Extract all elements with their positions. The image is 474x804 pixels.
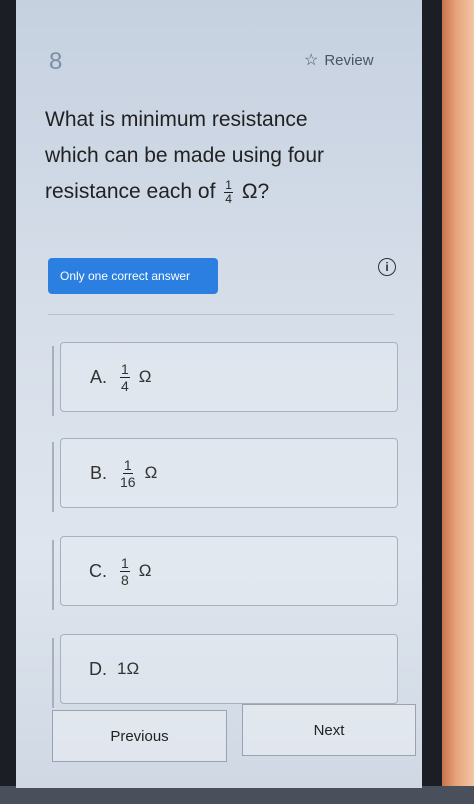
question-line-1: What is minimum resistance — [45, 108, 308, 131]
fraction-numerator: 1 — [120, 554, 130, 572]
option-value: 1 16 Ω — [117, 457, 157, 490]
review-label: Review — [324, 51, 374, 69]
option-unit: Ω — [144, 463, 158, 482]
option-c[interactable]: C. 1 8 Ω — [60, 536, 398, 606]
option-bar — [52, 346, 54, 416]
fraction-denominator: 8 — [121, 571, 129, 588]
option-value: 1Ω — [117, 659, 140, 678]
option-d[interactable]: D. 1Ω — [60, 634, 398, 704]
fraction-numerator: 1 — [120, 360, 130, 378]
option-letter: B. — [89, 462, 107, 483]
option-fraction: 1 8 — [120, 555, 130, 588]
star-icon: ☆ — [304, 52, 319, 69]
option-letter: D. — [89, 658, 107, 679]
option-bar — [52, 442, 54, 512]
question-line-3: resistance each of 1 4 Ω? — [45, 174, 385, 210]
option-fraction: 1 16 — [120, 457, 136, 490]
info-icon[interactable]: i — [378, 258, 396, 276]
question-line-3-prefix: resistance each of — [45, 180, 216, 203]
answer-type-badge: Only one correct answer — [48, 258, 218, 294]
previous-button[interactable]: Previous — [52, 710, 227, 762]
divider — [48, 314, 394, 315]
next-button[interactable]: Next — [242, 704, 416, 756]
question-fraction: 1 4 — [224, 177, 233, 206]
fraction-numerator: 1 — [224, 177, 233, 193]
fraction-denominator: 4 — [121, 377, 129, 394]
option-bar — [52, 638, 54, 708]
phone-frame-left — [0, 0, 16, 804]
option-b[interactable]: B. 1 16 Ω — [60, 438, 398, 508]
fraction-denominator: 4 — [225, 191, 232, 206]
option-unit: Ω — [138, 561, 152, 580]
fraction-numerator: 1 — [122, 456, 133, 474]
option-letter: A. — [89, 366, 107, 387]
fraction-denominator: 16 — [120, 473, 136, 490]
question-line-3-suffix: Ω? — [241, 180, 270, 203]
question-number: 8 — [49, 48, 63, 75]
option-letter: C. — [89, 560, 107, 581]
option-unit: Ω — [138, 367, 152, 386]
review-button[interactable]: ☆ Review — [304, 50, 374, 70]
option-fraction: 1 4 — [120, 361, 130, 394]
option-a[interactable]: A. 1 4 Ω — [60, 342, 398, 412]
phone-frame-right — [422, 0, 474, 804]
question-line-2: which can be made using four — [45, 144, 324, 167]
quiz-screen: 8 ☆ Review What is minimum resistance wh… — [16, 0, 422, 788]
option-value: 1 4 Ω — [117, 361, 152, 394]
phone-frame-bottom — [0, 786, 474, 804]
option-value: 1 8 Ω — [117, 555, 152, 588]
option-bar — [52, 540, 54, 610]
question-text: What is minimum resistance which can be … — [45, 102, 385, 210]
